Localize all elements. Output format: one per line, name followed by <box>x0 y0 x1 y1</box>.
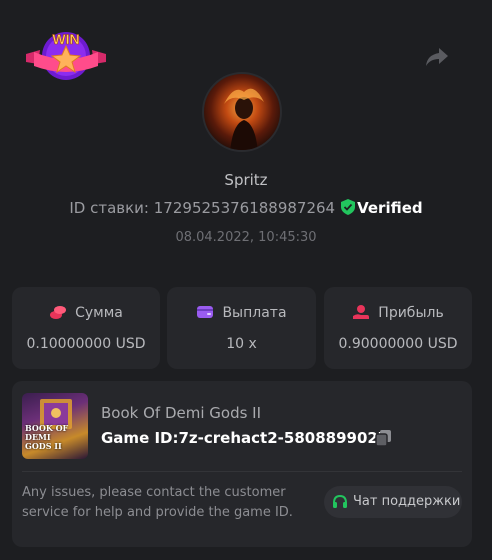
stat-label-amount: Сумма <box>75 305 123 321</box>
support-chat-button[interactable]: Чат поддержки <box>324 486 462 518</box>
stat-card-payout: Выплата 10 x <box>167 287 316 369</box>
bet-id-line: ID ставки: 1729525376188987264 Verified <box>0 199 492 217</box>
stat-label-profit: Прибыль <box>378 305 444 321</box>
win-badge-text: WIN <box>52 31 79 47</box>
game-card: BOOK OF DEMI GODS II Book Of Demi Gods I… <box>12 381 472 547</box>
stat-card-amount: Сумма 0.10000000 USD <box>12 287 160 369</box>
username: Spritz <box>224 171 268 189</box>
game-id-value: 7z-crehact2-5808899027 <box>178 429 389 447</box>
win-badge: WIN <box>26 26 106 90</box>
wallet-icon <box>197 306 214 318</box>
bet-details-panel: WIN Spritz ID ставки: 172952537618898726… <box>0 0 492 560</box>
game-thumbnail[interactable]: BOOK OF DEMI GODS II <box>22 393 88 459</box>
game-title: Book Of Demi Gods II <box>101 404 262 422</box>
verified-shield-icon <box>341 199 356 215</box>
bet-id-value: 1729525376188987264 <box>153 199 336 217</box>
avatar <box>202 72 282 152</box>
stat-label-payout: Выплата <box>222 305 287 321</box>
stat-card-profit: Прибыль 0.90000000 USD <box>324 287 472 369</box>
game-thumbnail-text: BOOK OF DEMI GODS II <box>25 423 69 451</box>
game-id: Game ID:7z-crehact2-5808899027 <box>101 429 388 447</box>
support-text: Any issues, please contact the customer … <box>22 485 293 520</box>
share-icon <box>426 48 448 66</box>
verified-label: Verified <box>357 199 423 217</box>
copy-button[interactable] <box>375 429 393 447</box>
bet-id-label: ID ставки: <box>69 199 149 217</box>
stat-value-amount: 0.10000000 USD <box>26 336 146 352</box>
game-id-label: Game ID: <box>101 429 179 447</box>
support-chat-label: Чат поддержки <box>353 494 461 509</box>
stat-value-profit: 0.90000000 USD <box>338 336 458 352</box>
stat-value-payout: 10 x <box>226 336 257 352</box>
coins-icon <box>50 306 67 319</box>
copy-icon <box>375 430 391 447</box>
bet-datetime: 08.04.2022, 10:45:30 <box>175 230 317 245</box>
hand-coin-icon <box>353 305 370 319</box>
share-button[interactable] <box>424 45 450 69</box>
divider <box>22 471 462 472</box>
headset-icon <box>333 494 347 508</box>
